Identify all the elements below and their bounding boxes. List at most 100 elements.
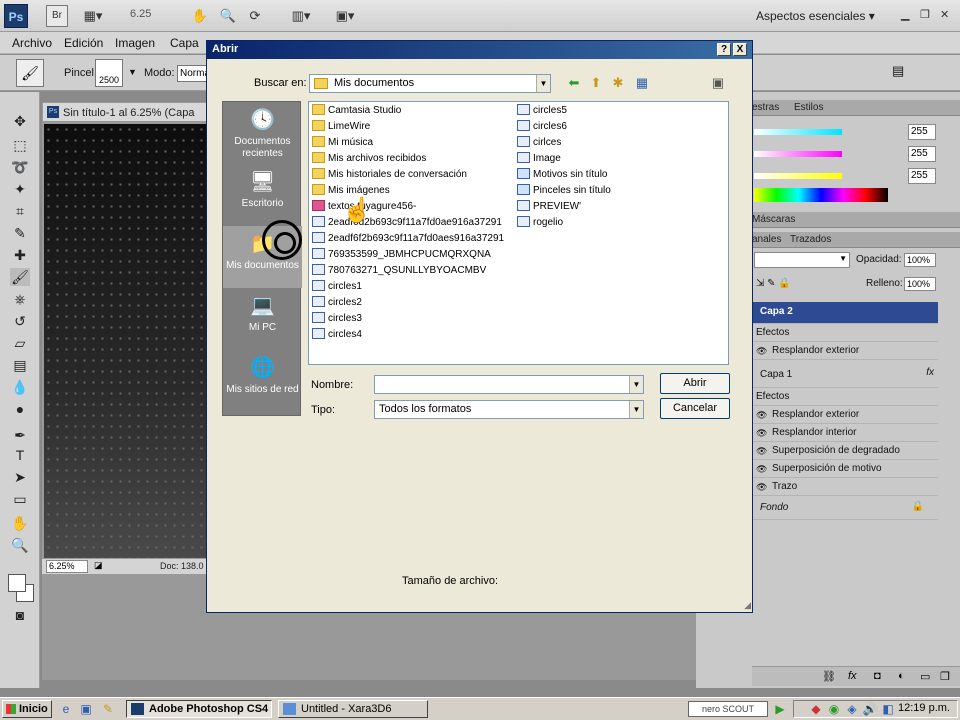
shape-tool-icon[interactable]: ▭ [10, 490, 30, 508]
file-item[interactable]: Pinceles sin título [517, 184, 611, 200]
view-menu-icon[interactable]: ▦ [633, 74, 651, 92]
eraser-tool-icon[interactable]: ▱ [10, 334, 30, 352]
path-selection-tool-icon[interactable]: ➤ [10, 468, 30, 486]
pen-tool-icon[interactable]: ✒ [10, 426, 30, 444]
layer-fondo[interactable]: Fondo 🔒 [752, 498, 938, 520]
relleno-field[interactable]: 100% [904, 277, 936, 291]
file-item[interactable]: Camtasia Studio [312, 104, 401, 120]
clock[interactable]: 12:19 p.m. [898, 702, 950, 714]
zoom-tool-icon[interactable]: 🔍 [218, 6, 238, 26]
brush-tool-icon[interactable]: 🖌 [10, 268, 30, 286]
file-item[interactable]: LimeWire [312, 120, 370, 136]
file-item[interactable]: PREVIEW' [517, 200, 581, 216]
file-item[interactable]: cirlces [517, 136, 561, 152]
slider-row-3[interactable]: 255 [754, 168, 960, 186]
link-layers-icon[interactable]: ⛓ [822, 670, 836, 683]
file-list[interactable]: Camtasia Studio LimeWire Mi música Mis a… [308, 101, 729, 365]
rotate-view-icon[interactable]: ⟳ [244, 6, 266, 26]
chevron-down-icon[interactable]: ▼ [128, 67, 137, 77]
camera-raw-icon[interactable]: ▣ [709, 74, 727, 92]
zoom-level[interactable]: 6.25 [130, 8, 151, 20]
slider-value-1[interactable]: 255 [908, 124, 936, 140]
hand-tool-icon[interactable]: ✋ [190, 6, 210, 26]
layer-effect-row[interactable]: 👁 Resplandor interior [752, 424, 938, 442]
hand-tool-sidebar-icon[interactable]: ✋ [10, 514, 30, 532]
file-item[interactable]: Mis archivos recibidos [312, 152, 426, 168]
slider-row-1[interactable]: 255 [754, 124, 960, 142]
slider-value-2[interactable]: 255 [908, 146, 936, 162]
task-xara[interactable]: Untitled - Xara3D6 [278, 700, 428, 718]
tab-canales[interactable]: anales [752, 234, 781, 245]
file-item[interactable]: circles5 [517, 104, 567, 120]
close-icon[interactable]: ✕ [940, 8, 949, 21]
eye-icon[interactable]: 👁 [756, 464, 767, 475]
slider-track-magenta[interactable] [754, 151, 842, 157]
minimize-icon[interactable]: ▁ [901, 8, 909, 21]
eye-icon[interactable]: 👁 [756, 428, 767, 439]
nero-go-icon[interactable]: ▶ [772, 701, 788, 717]
view-extras-button[interactable]: ▦▾ [78, 6, 108, 26]
tab-trazados[interactable]: Trazados [790, 234, 831, 245]
new-folder-icon[interactable]: ✱ [609, 74, 627, 92]
history-brush-tool-icon[interactable]: ↺ [10, 312, 30, 330]
color-ramp[interactable] [754, 188, 888, 202]
layer-effects-header[interactable]: Efectos [752, 324, 938, 342]
help-button[interactable]: ? [717, 43, 731, 56]
file-item[interactable]: Mis historiales de conversación [312, 168, 467, 184]
marquee-tool-icon[interactable]: ⬚ [10, 136, 30, 154]
document-canvas[interactable] [44, 124, 214, 558]
adjustment-layer-icon[interactable]: ◐ [898, 670, 905, 682]
file-item[interactable]: 2eadf6f2b693c9f11a7fd0aes916a37291 [312, 232, 504, 248]
file-type-select[interactable]: Todos los formatos ▼ [374, 400, 644, 419]
restore-icon[interactable]: ❐ [920, 8, 930, 21]
screen-mode-icon[interactable]: ▣▾ [330, 6, 360, 26]
slider-value-3[interactable]: 255 [908, 168, 936, 184]
place-network[interactable]: 🌐 Mis sitios de red [223, 350, 302, 412]
fx-icon[interactable]: fx [926, 367, 934, 378]
file-item[interactable]: 780763271_QSUNLLYBYOACMBV [312, 264, 486, 280]
layer-capa-1[interactable]: Capa 1 fx [752, 364, 938, 388]
type-tool-icon[interactable]: T [10, 446, 30, 464]
desktop-shortcut-icon[interactable]: ▣ [78, 701, 94, 717]
cancel-button[interactable]: Cancelar [660, 398, 730, 419]
close-button[interactable]: X [733, 43, 747, 56]
eye-icon[interactable]: 👁 [756, 482, 767, 493]
eye-icon[interactable]: 👁 [756, 346, 767, 357]
clone-stamp-tool-icon[interactable]: ⎈ [10, 290, 30, 308]
resize-grip-icon[interactable]: ◢ [744, 600, 751, 611]
tray-icon-3[interactable]: ◈ [844, 701, 860, 717]
brush-preset-picker[interactable]: 🖌 [16, 59, 44, 87]
foreground-color-swatch[interactable] [8, 574, 26, 592]
status-info-icon[interactable]: ◪ [94, 560, 103, 571]
file-name-input[interactable]: ▼ [374, 375, 644, 394]
opacidad-field[interactable]: 100% [904, 253, 936, 267]
start-button[interactable]: Inicio [2, 700, 52, 718]
tray-icon-2[interactable]: ◉ [826, 701, 842, 717]
file-item[interactable]: Image [517, 152, 561, 168]
bridge-button[interactable]: Br [46, 5, 68, 27]
open-button[interactable]: Abrir [660, 373, 730, 394]
menu-imagen[interactable]: Imagen [115, 36, 155, 50]
slider-row-2[interactable]: 255 [754, 146, 960, 164]
chevron-down-icon[interactable]: ▼ [629, 376, 643, 393]
chevron-down-icon[interactable]: ▼ [629, 401, 643, 418]
layer-blend-select[interactable]: ▼ [754, 252, 850, 268]
file-item[interactable]: Mi música [312, 136, 373, 152]
ie-icon[interactable]: e [58, 701, 74, 717]
file-item[interactable]: circles2 [312, 296, 362, 312]
eye-icon[interactable]: 👁 [756, 446, 767, 457]
brush-size-picker[interactable]: 2500 [95, 59, 123, 87]
look-in-combo[interactable]: Mis documentos ▼ [309, 74, 551, 93]
fx-icon[interactable]: fx [848, 670, 857, 682]
workspace-switcher[interactable]: Aspectos esenciales ▾ [756, 9, 875, 23]
file-item[interactable]: 2eadf6d2b693c9f11a7fd0ae916a37291 [312, 216, 502, 232]
zoom-field[interactable]: 6.25% [46, 560, 88, 573]
lock-icons[interactable]: ⇲ ✎ 🔒 [756, 278, 791, 289]
dodge-tool-icon[interactable]: ● [10, 400, 30, 418]
layer-effect-row[interactable]: 👁 Trazo [752, 478, 938, 496]
menu-archivo[interactable]: Archivo [12, 36, 52, 50]
file-item[interactable]: circles1 [312, 280, 362, 296]
volume-icon[interactable]: 🔊 [862, 701, 878, 717]
file-item[interactable]: circles4 [312, 328, 362, 344]
slider-track-cyan[interactable] [754, 129, 842, 135]
